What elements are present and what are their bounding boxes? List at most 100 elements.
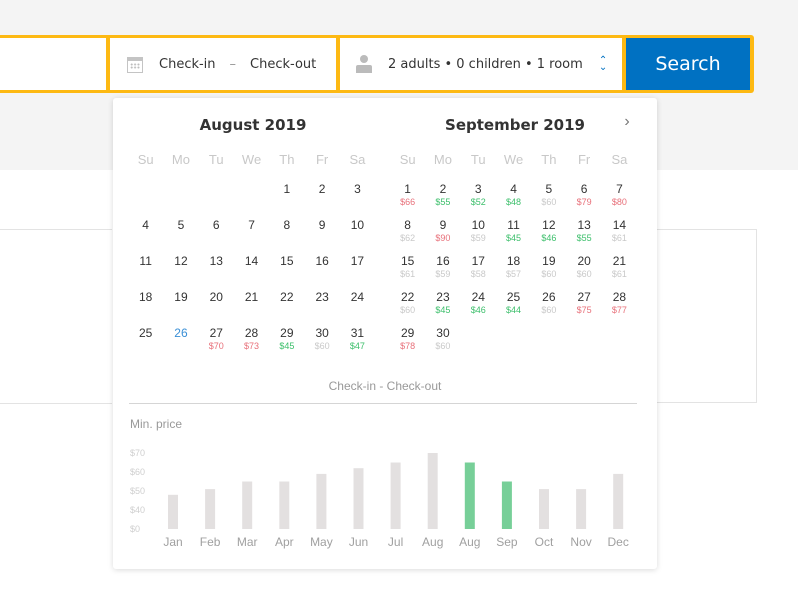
- calendar-day[interactable]: 24: [340, 290, 375, 326]
- calendar-day[interactable]: 15 $61: [390, 254, 425, 290]
- calendar-day[interactable]: 29 $45: [269, 326, 304, 362]
- day-number: 10: [471, 218, 485, 232]
- calendar-day[interactable]: 5 $60: [531, 182, 566, 218]
- calendar-day[interactable]: 6 $79: [566, 182, 601, 218]
- calendar-day[interactable]: 11 $45: [496, 218, 531, 254]
- calendar-day[interactable]: 7: [234, 218, 269, 254]
- bar-nov[interactable]: [576, 489, 587, 529]
- bar-jan[interactable]: [168, 494, 178, 529]
- calendar-day[interactable]: 1: [269, 182, 304, 218]
- calendar-day[interactable]: 13 $55: [566, 218, 601, 254]
- day-price: $75: [576, 305, 592, 315]
- calendar-day[interactable]: 5: [163, 218, 198, 254]
- day-price: $80: [611, 197, 627, 207]
- bar-aug[interactable]: [464, 462, 475, 530]
- chevron-right-icon: ›: [624, 113, 630, 130]
- calendar-day[interactable]: 25: [128, 326, 163, 362]
- destination-input[interactable]: [0, 38, 106, 90]
- calendar-day[interactable]: 27 $70: [199, 326, 234, 362]
- calendar-day[interactable]: 22 $60: [390, 290, 425, 326]
- bar-dec[interactable]: [613, 473, 624, 529]
- calendar-day[interactable]: 31 $47: [340, 326, 375, 362]
- calendar-day[interactable]: 12: [163, 254, 198, 290]
- divider: [129, 403, 637, 404]
- calendar-day[interactable]: 23 $45: [425, 290, 460, 326]
- day-number: 21: [612, 254, 627, 268]
- calendar-day[interactable]: 4 $48: [496, 182, 531, 218]
- calendar-day[interactable]: 18: [128, 290, 163, 326]
- calendar-day[interactable]: 28 $77: [602, 290, 637, 326]
- day-price: $62: [400, 233, 416, 243]
- day-price: $59: [470, 233, 486, 243]
- calendar-day[interactable]: 30 $60: [425, 326, 460, 362]
- bar-aug[interactable]: [427, 453, 438, 529]
- calendar-day[interactable]: 15: [269, 254, 304, 290]
- calendar-day[interactable]: 26: [163, 326, 198, 362]
- guests-selector[interactable]: 2 adults • 0 children • 1 room ⌃ ⌄: [340, 38, 622, 90]
- bar-jun[interactable]: [353, 468, 364, 529]
- calendar-day[interactable]: 19: [163, 290, 198, 326]
- calendar-day[interactable]: 25 $44: [496, 290, 531, 326]
- calendar-day[interactable]: 2 $55: [425, 182, 460, 218]
- day-number: 15: [400, 254, 415, 268]
- calendar-icon: [127, 56, 143, 73]
- day-number: 3: [354, 182, 361, 196]
- calendar-day[interactable]: 23: [304, 290, 339, 326]
- calendar-day[interactable]: 19 $60: [531, 254, 566, 290]
- calendar-day[interactable]: 11: [128, 254, 163, 290]
- x-tick-label: Nov: [570, 535, 591, 549]
- calendar-day[interactable]: 14 $61: [602, 218, 637, 254]
- bar-feb[interactable]: [205, 489, 216, 529]
- date-range-field[interactable]: Check-in – Check-out: [110, 38, 336, 90]
- calendar-day[interactable]: 17 $58: [461, 254, 496, 290]
- calendar-day[interactable]: 9 $90: [425, 218, 460, 254]
- calendar-day[interactable]: 20 $60: [566, 254, 601, 290]
- calendar-day[interactable]: 26 $60: [531, 290, 566, 326]
- calendar-day[interactable]: 21 $61: [602, 254, 637, 290]
- calendar-day[interactable]: 7 $80: [602, 182, 637, 218]
- empty-cell: [234, 182, 269, 218]
- checkin-label: Check-in: [159, 56, 216, 72]
- bar-oct[interactable]: [539, 489, 549, 529]
- bar-apr[interactable]: [279, 481, 290, 530]
- calendar-day[interactable]: 28 $73: [234, 326, 269, 362]
- calendar-day[interactable]: 16: [304, 254, 339, 290]
- calendar-day[interactable]: 17: [340, 254, 375, 290]
- calendar-day[interactable]: 8: [269, 218, 304, 254]
- calendar-day[interactable]: 29 $78: [390, 326, 425, 362]
- bar-mar[interactable]: [242, 481, 253, 530]
- calendar-day[interactable]: 10 $59: [461, 218, 496, 254]
- day-number: 13: [209, 254, 223, 268]
- bar-jul[interactable]: [390, 462, 401, 530]
- calendar-day[interactable]: 14: [234, 254, 269, 290]
- calendar-day[interactable]: 2: [304, 182, 339, 218]
- calendar-day[interactable]: 24 $46: [461, 290, 496, 326]
- bar-sep[interactable]: [501, 481, 512, 530]
- bar-may[interactable]: [316, 473, 327, 529]
- calendar-day[interactable]: 22: [269, 290, 304, 326]
- calendar-day[interactable]: 21: [234, 290, 269, 326]
- search-button[interactable]: Search: [626, 38, 750, 90]
- day-number: 12: [542, 218, 556, 232]
- calendar-day[interactable]: 3 $52: [461, 182, 496, 218]
- calendar-day[interactable]: 16 $59: [425, 254, 460, 290]
- calendar-day[interactable]: 13: [199, 254, 234, 290]
- calendar-day[interactable]: 20: [199, 290, 234, 326]
- calendar-day[interactable]: 8 $62: [390, 218, 425, 254]
- day-price: $46: [541, 233, 557, 243]
- calendar-day[interactable]: 4: [128, 218, 163, 254]
- calendar-day[interactable]: 27 $75: [566, 290, 601, 326]
- weekday-label: Mo: [433, 152, 452, 167]
- calendar-day[interactable]: 18 $57: [496, 254, 531, 290]
- calendar-day[interactable]: 10: [340, 218, 375, 254]
- day-price: $60: [400, 305, 416, 315]
- calendar-day[interactable]: 9: [304, 218, 339, 254]
- day-number: 5: [177, 218, 185, 232]
- calendar-day[interactable]: 12 $46: [531, 218, 566, 254]
- calendar-day[interactable]: 30 $60: [304, 326, 339, 362]
- next-month-button[interactable]: ›: [619, 112, 635, 132]
- calendar-day[interactable]: 3: [340, 182, 375, 218]
- calendar-day[interactable]: 1 $66: [390, 182, 425, 218]
- calendar-day[interactable]: 6: [199, 218, 234, 254]
- day-price: $90: [435, 233, 451, 243]
